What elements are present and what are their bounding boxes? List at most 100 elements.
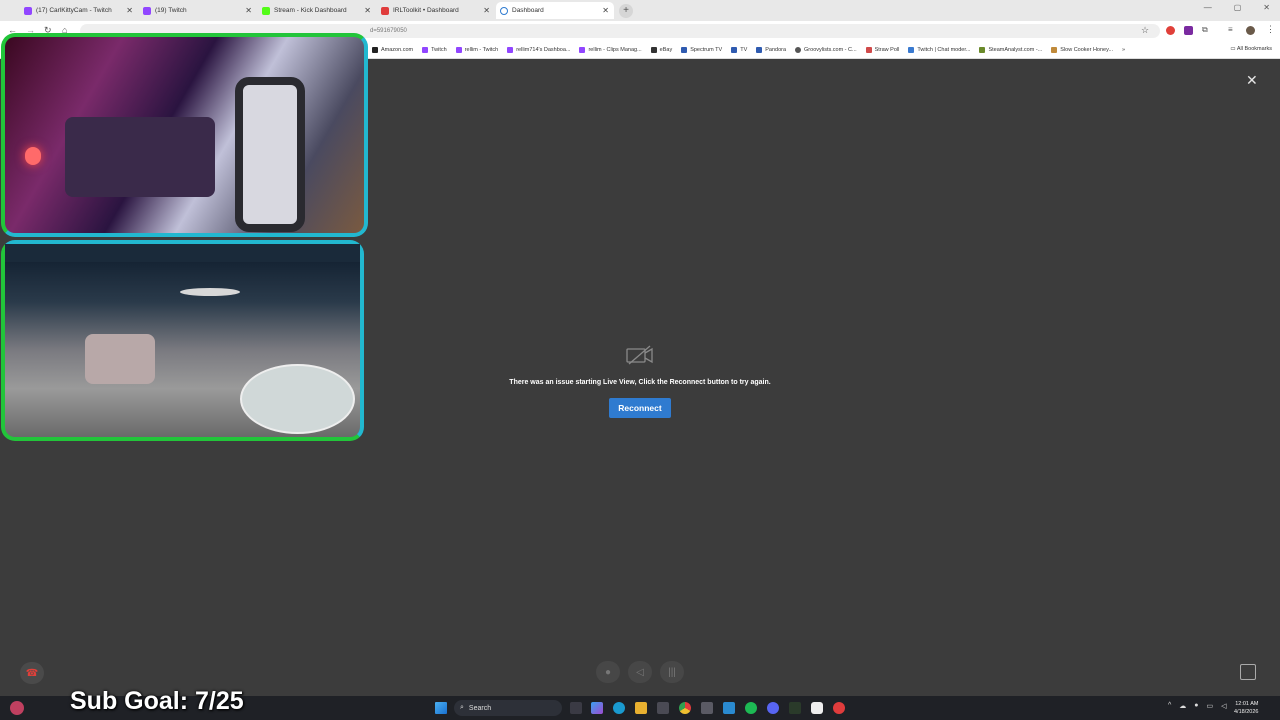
volume-icon[interactable]: ◁ — [1221, 702, 1226, 710]
close-window-icon[interactable]: ✕ — [1263, 3, 1270, 12]
star-icon[interactable]: ☆ — [1141, 25, 1149, 36]
bookmark[interactable]: rellim - Twitch — [455, 46, 498, 53]
play-icon — [731, 46, 738, 53]
network-icon[interactable]: ▭ — [1207, 702, 1214, 710]
bookmark[interactable]: TV — [731, 46, 747, 53]
twitch-icon — [908, 46, 915, 53]
app-icon[interactable] — [833, 702, 845, 714]
live-view-error-message: There was an issue starting Live View, C… — [509, 379, 771, 386]
close-tab-icon[interactable]: ✕ — [364, 6, 371, 15]
irltoolkit-icon — [381, 6, 389, 15]
twitch-icon — [579, 46, 586, 53]
tab-title: IRLToolkit • Dashboard — [393, 7, 459, 14]
chevron-up-icon[interactable]: ^ — [1168, 702, 1171, 710]
app-icon[interactable] — [789, 702, 801, 714]
amazon-icon — [372, 46, 378, 53]
pet-bowl — [85, 334, 155, 384]
window-controls: — ▢ ✕ — [1204, 3, 1270, 12]
media-icon[interactable]: ≡ — [1228, 25, 1233, 34]
chrome-icon[interactable] — [679, 702, 691, 714]
bookmark[interactable]: Twitch — [422, 46, 447, 53]
menu-icon[interactable]: ⋮ — [1266, 24, 1275, 35]
app-icon[interactable] — [701, 702, 713, 714]
patio-table — [180, 288, 240, 296]
bookmark[interactable]: rellim - Clips Manag... — [579, 46, 642, 53]
bookmark[interactable]: SteamAnalyst.com -... — [979, 46, 1042, 53]
gaming-chair — [235, 77, 305, 232]
hang-up-button[interactable]: ☎ — [20, 662, 44, 684]
bookmark[interactable]: Spectrum TV — [681, 46, 722, 53]
close-tab-icon[interactable]: ✕ — [602, 6, 609, 15]
tab-0[interactable]: (17) CarlKittyCam - Twitch ✕ — [20, 2, 138, 19]
copilot-icon[interactable] — [591, 702, 603, 714]
bookmark[interactable]: Twitch | Chat moder... — [908, 46, 970, 53]
maximize-icon[interactable]: ▢ — [1234, 3, 1242, 12]
fullscreen-button[interactable] — [1240, 664, 1256, 680]
more-bookmarks-icon[interactable]: » — [1122, 47, 1125, 53]
patio-camera-feed — [1, 240, 364, 441]
tab-4[interactable]: Dashboard ✕ — [496, 2, 614, 19]
minimize-icon[interactable]: — — [1204, 3, 1212, 12]
microphone-button[interactable]: ● — [596, 661, 620, 683]
taskbar-search[interactable]: ⌕ Search — [454, 700, 562, 716]
tab-title: (19) Twitch — [155, 7, 187, 14]
bookmark[interactable]: Amazon.com — [372, 46, 413, 53]
lamp — [25, 147, 41, 165]
bookmark[interactable]: rellim714's Dashboa... — [507, 46, 570, 53]
windows-start-icon[interactable] — [435, 702, 447, 714]
tab-1[interactable]: (19) Twitch ✕ — [139, 2, 257, 19]
system-tray: ^ ☁ ● ▭ ◁ — [1168, 702, 1227, 710]
new-tab-button[interactable]: + — [619, 3, 633, 18]
clock-date: 4/18/2026 — [1234, 709, 1259, 715]
bookmark[interactable]: eBay — [650, 46, 672, 53]
close-tab-icon[interactable]: ✕ — [245, 6, 252, 15]
loading-icon — [500, 6, 508, 15]
living-room-camera-feed — [1, 33, 368, 237]
all-bookmarks-folder[interactable]: ▭ All Bookmarks — [1230, 46, 1272, 52]
extension-icon[interactable] — [1184, 26, 1193, 35]
store-icon[interactable] — [657, 702, 669, 714]
microphone-icon[interactable]: ● — [1194, 702, 1198, 710]
bookmark[interactable]: Pandora — [756, 46, 786, 53]
globe-icon — [795, 46, 802, 53]
edge-icon[interactable] — [613, 702, 625, 714]
tab-3[interactable]: IRLToolkit • Dashboard ✕ — [377, 2, 495, 19]
close-icon[interactable]: ✕ — [1246, 72, 1258, 89]
task-view-icon[interactable] — [570, 702, 582, 714]
url-text: d=591679050 — [370, 28, 407, 34]
reconnect-button[interactable]: Reconnect — [609, 398, 671, 418]
twitch-icon — [455, 46, 462, 53]
close-tab-icon[interactable]: ✕ — [483, 6, 490, 15]
file-explorer-icon[interactable] — [635, 702, 647, 714]
play-icon — [681, 46, 688, 53]
cloud-icon[interactable]: ☁ — [1179, 702, 1186, 710]
play-icon — [756, 46, 763, 53]
weather-icon[interactable] — [10, 701, 24, 715]
signal-icon: ||| — [668, 666, 676, 678]
app-icon[interactable] — [723, 702, 735, 714]
close-tab-icon[interactable]: ✕ — [126, 6, 133, 15]
speaker-icon: ◁ — [636, 666, 644, 678]
clock[interactable]: 12:01 AM 4/18/2026 — [1234, 700, 1258, 716]
twitch-icon — [507, 46, 514, 53]
bookmark[interactable]: Groovylists.com - C... — [795, 46, 857, 53]
search-icon: ⌕ — [460, 704, 464, 711]
discord-icon[interactable] — [767, 702, 779, 714]
spotify-icon[interactable] — [745, 702, 757, 714]
bookmark[interactable]: Straw Poll — [865, 46, 899, 53]
quality-button[interactable]: ||| — [660, 661, 684, 683]
twitch-icon — [143, 6, 151, 15]
bookmark[interactable]: Slow Cooker Honey... — [1051, 46, 1113, 53]
tab-2[interactable]: Stream - Kick Dashboard ✕ — [258, 2, 376, 19]
steamanalyst-icon — [979, 46, 986, 53]
speaker-button[interactable]: ◁ — [628, 661, 652, 683]
tab-strip: (17) CarlKittyCam - Twitch ✕ (19) Twitch ✕… — [0, 0, 1280, 21]
extensions-puzzle-icon[interactable]: ⧉ — [1202, 25, 1208, 35]
profile-avatar[interactable] — [1246, 26, 1255, 35]
clock-time: 12:01 AM — [1235, 701, 1259, 707]
sub-goal-overlay: Sub Goal: 7/25 — [70, 687, 244, 715]
tab-title: Dashboard — [512, 7, 544, 14]
obs-icon[interactable] — [811, 702, 823, 714]
extension-icon[interactable] — [1166, 26, 1175, 35]
phone-hangup-icon: ☎ — [25, 667, 39, 679]
